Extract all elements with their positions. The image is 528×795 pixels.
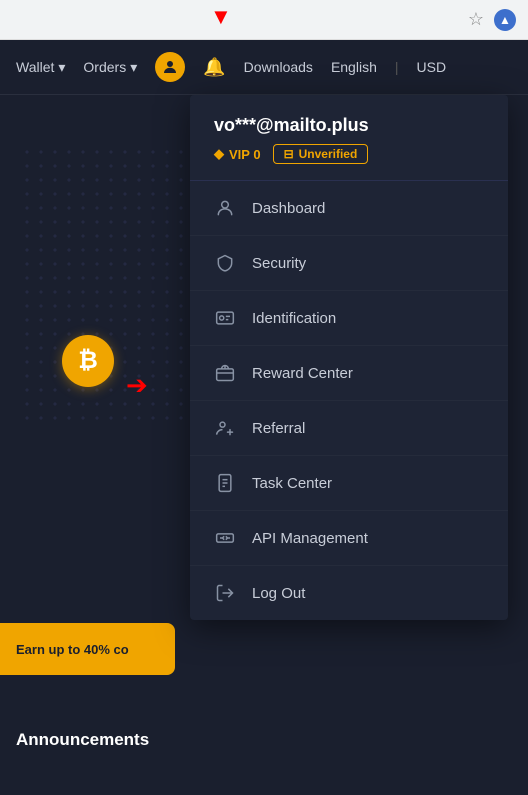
user-avatar-icon[interactable] bbox=[155, 52, 185, 82]
api-icon bbox=[214, 527, 236, 549]
menu-label-referral: Referral bbox=[252, 420, 484, 437]
vip-row: ◆ VIP 0 ⊟ Unverified bbox=[214, 144, 484, 164]
earn-bar[interactable]: Earn up to 40% co bbox=[0, 623, 175, 675]
menu-label-task-center: Task Center bbox=[252, 475, 484, 492]
menu-item-identification[interactable]: Identification bbox=[190, 291, 508, 346]
reward-icon bbox=[214, 362, 236, 384]
announcements-section: Announcements bbox=[0, 730, 165, 750]
menu-label-dashboard: Dashboard bbox=[252, 200, 484, 217]
diamond-icon: ◆ bbox=[214, 146, 224, 162]
arrow-indicator: ▼ bbox=[210, 6, 232, 28]
nav-wallet[interactable]: Wallet ▾ bbox=[16, 59, 65, 76]
menu-item-api-management[interactable]: API Management bbox=[190, 511, 508, 566]
browser-icons: ☆ ▲ bbox=[468, 9, 516, 31]
navbar: Wallet ▾ Orders ▾ 🔔 Downloads English | … bbox=[0, 40, 528, 95]
menu-item-referral[interactable]: Referral bbox=[190, 401, 508, 456]
notification-bell-icon[interactable]: 🔔 bbox=[203, 57, 225, 78]
menu-label-identification: Identification bbox=[252, 310, 484, 327]
user-email: vo***@mailto.plus bbox=[214, 115, 484, 136]
logout-icon bbox=[214, 582, 236, 604]
menu-item-task-center[interactable]: Task Center bbox=[190, 456, 508, 511]
nav-downloads[interactable]: Downloads bbox=[244, 59, 313, 75]
menu-label-api-management: API Management bbox=[252, 530, 484, 547]
nav-orders[interactable]: Orders ▾ bbox=[83, 59, 137, 76]
bitcoin-icon: ₿ bbox=[62, 335, 114, 387]
menu-label-reward-center: Reward Center bbox=[252, 365, 484, 382]
nav-usd[interactable]: USD bbox=[417, 59, 447, 75]
menu-label-security: Security bbox=[252, 255, 484, 272]
id-card-icon: ⊟ bbox=[284, 147, 294, 161]
menu-label-log-out: Log Out bbox=[252, 585, 484, 602]
dashboard-icon bbox=[214, 197, 236, 219]
identification-icon bbox=[214, 307, 236, 329]
nav-english[interactable]: English bbox=[331, 59, 377, 75]
browser-brand-icon: ▲ bbox=[494, 9, 516, 31]
task-icon bbox=[214, 472, 236, 494]
vip-badge: ◆ VIP 0 bbox=[214, 146, 261, 162]
right-arrow-indicator: ➔ bbox=[126, 370, 148, 401]
menu-item-security[interactable]: Security bbox=[190, 236, 508, 291]
bookmark-icon[interactable]: ☆ bbox=[468, 9, 484, 30]
unverified-badge[interactable]: ⊟ Unverified bbox=[273, 144, 369, 164]
menu-item-dashboard[interactable]: Dashboard bbox=[190, 181, 508, 236]
earn-bar-text: Earn up to 40% co bbox=[16, 642, 129, 657]
dropdown-header: vo***@mailto.plus ◆ VIP 0 ⊟ Unverified bbox=[190, 95, 508, 181]
menu-item-log-out[interactable]: Log Out bbox=[190, 566, 508, 620]
menu-item-reward-center[interactable]: Reward Center bbox=[190, 346, 508, 401]
security-shield-icon bbox=[214, 252, 236, 274]
referral-icon bbox=[214, 417, 236, 439]
announcements-title: Announcements bbox=[16, 730, 149, 749]
user-dropdown-menu: vo***@mailto.plus ◆ VIP 0 ⊟ Unverified D… bbox=[190, 95, 508, 620]
nav-separator: | bbox=[395, 59, 399, 75]
browser-bar: ▼ ☆ ▲ bbox=[0, 0, 528, 40]
